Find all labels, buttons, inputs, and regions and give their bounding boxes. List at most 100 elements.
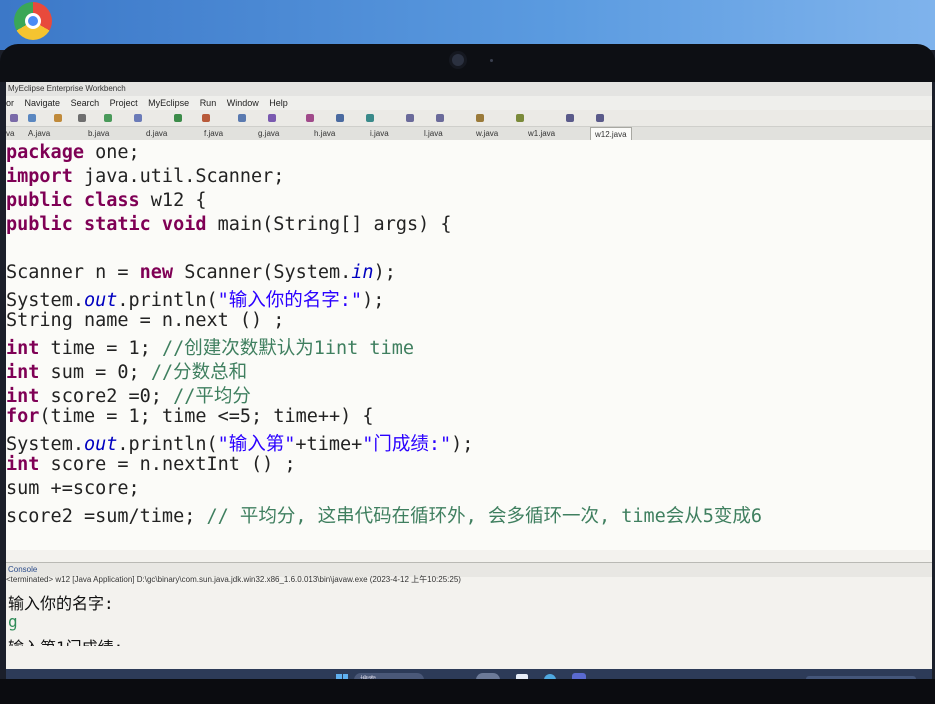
- code-token-it: in: [351, 262, 374, 283]
- code-token-kw: int: [6, 362, 40, 383]
- tab-d-java[interactable]: d.java: [146, 127, 167, 141]
- code-token: Scanner(System.: [173, 262, 352, 283]
- code-token: sum = 0;: [39, 362, 151, 383]
- code-line[interactable]: System.out.println("输入你的名字:");: [6, 286, 384, 312]
- laptop-screen: MyEclipse Enterprise Workbench or Naviga…: [6, 82, 932, 679]
- menu-item-navigate[interactable]: Navigate: [25, 98, 61, 108]
- console-output-line: 输入你的名字:: [8, 594, 114, 613]
- build-icon[interactable]: [104, 114, 112, 122]
- tab-g-java[interactable]: g.java: [258, 127, 279, 141]
- new-icon[interactable]: [10, 114, 18, 122]
- code-token: w12 {: [139, 190, 207, 211]
- desktop-background: [0, 0, 935, 50]
- code-token-cm: //平均分: [173, 386, 251, 407]
- server-icon[interactable]: [268, 114, 276, 122]
- code-token: sum +=score;: [6, 478, 140, 499]
- console-input-line: g: [8, 612, 18, 631]
- code-line[interactable]: System.out.println("输入第"+time+"门成绩:");: [6, 430, 473, 456]
- back-icon[interactable]: [406, 114, 414, 122]
- code-line[interactable]: sum +=score;: [6, 478, 140, 499]
- code-token: );: [451, 434, 474, 455]
- menu-item-help[interactable]: Help: [269, 98, 288, 108]
- code-token: score = n.nextInt () ;: [39, 454, 296, 475]
- tab-va[interactable]: va: [6, 127, 14, 141]
- code-line[interactable]: int score2 =0; //平均分: [6, 382, 251, 408]
- code-token: java.util.Scanner;: [72, 166, 285, 187]
- tab-h-java[interactable]: h.java: [314, 127, 335, 141]
- tab-w1-java[interactable]: w1.java: [528, 127, 555, 141]
- task-icon[interactable]: [516, 114, 524, 122]
- code-line[interactable]: Scanner n = new Scanner(System.in);: [6, 262, 396, 283]
- code-token: score2 =sum/time;: [6, 506, 207, 527]
- code-token-st: "门成绩:": [362, 434, 452, 455]
- code-token: System.: [6, 290, 84, 311]
- tab-a-java[interactable]: A.java: [28, 127, 50, 141]
- code-line[interactable]: score2 =sum/time; // 平均分, 这串代码在循环外, 会多循环…: [6, 502, 762, 528]
- code-line[interactable]: int sum = 0; //分数总和: [6, 358, 247, 384]
- code-token-cm: //分数总和: [150, 362, 248, 383]
- open-icon[interactable]: [28, 114, 36, 122]
- code-token-kw: int: [6, 454, 40, 475]
- menu-item-search[interactable]: Search: [71, 98, 100, 108]
- bookmark-icon[interactable]: [476, 114, 484, 122]
- code-token-kw: public static void: [6, 214, 207, 235]
- menu-item-editor[interactable]: or: [6, 98, 14, 108]
- code-editor[interactable]: package one; import java.util.Scanner; pub…: [6, 140, 932, 550]
- code-token-st: "输入你的名字:": [217, 290, 363, 311]
- webcam-light: [490, 59, 493, 62]
- code-line[interactable]: int score = n.nextInt () ;: [6, 454, 296, 475]
- history-forward-icon[interactable]: [596, 114, 604, 122]
- tab-b-java[interactable]: b.java: [88, 127, 109, 141]
- code-token: );: [373, 262, 396, 283]
- code-line[interactable]: package one;: [6, 142, 140, 163]
- print-icon[interactable]: [78, 114, 86, 122]
- package-icon[interactable]: [366, 114, 374, 122]
- menu-item-myeclipse[interactable]: MyEclipse: [148, 98, 189, 108]
- code-line[interactable]: import java.util.Scanner;: [6, 166, 284, 187]
- deploy-icon[interactable]: [306, 114, 314, 122]
- code-line[interactable]: for(time = 1; time <=5; time++) {: [6, 406, 374, 427]
- code-token: one;: [83, 142, 140, 163]
- window-title: MyEclipse Enterprise Workbench: [6, 82, 932, 96]
- code-token-kw: public class: [6, 190, 140, 211]
- class-icon[interactable]: [336, 114, 344, 122]
- code-line[interactable]: public class w12 {: [6, 190, 206, 211]
- code-token: (time = 1; time <=5; time++) {: [39, 406, 374, 427]
- forward-icon[interactable]: [436, 114, 444, 122]
- code-token: );: [362, 290, 385, 311]
- history-back-icon[interactable]: [566, 114, 574, 122]
- code-line[interactable]: public static void main(String[] args) {: [6, 214, 452, 235]
- code-line[interactable]: String name = n.next () ;: [6, 310, 284, 331]
- menu-item-window[interactable]: Window: [227, 98, 259, 108]
- code-line[interactable]: int time = 1; //创建次数默认为1int time: [6, 334, 414, 360]
- code-token-kw: int: [6, 338, 40, 359]
- code-token: .println(: [117, 434, 218, 455]
- tab-f-java[interactable]: f.java: [204, 127, 223, 141]
- tab-w-java[interactable]: w.java: [476, 127, 498, 141]
- stop-icon[interactable]: [202, 114, 210, 122]
- menu-item-project[interactable]: Project: [110, 98, 138, 108]
- tab-l-java[interactable]: l.java: [424, 127, 443, 141]
- code-token: main(String[] args) {: [206, 214, 452, 235]
- code-token-kw: import: [6, 166, 73, 187]
- search-icon[interactable]: [238, 114, 246, 122]
- debug-icon[interactable]: [134, 114, 142, 122]
- code-token: System.: [6, 434, 84, 455]
- run-icon[interactable]: [174, 114, 182, 122]
- laptop-bezel: [0, 44, 935, 82]
- toolbar: [6, 110, 932, 127]
- code-token: .println(: [117, 290, 218, 311]
- code-token: time = 1;: [39, 338, 162, 359]
- console-title: Console: [8, 565, 38, 574]
- tab-i-java[interactable]: i.java: [370, 127, 389, 141]
- console-terminated-line: <terminated> w12 [Java Application] D:\g…: [6, 575, 461, 584]
- menu-bar: or Navigate Search Project MyEclipse Run…: [6, 96, 932, 110]
- chrome-icon[interactable]: [14, 2, 52, 40]
- menu-item-run[interactable]: Run: [200, 98, 217, 108]
- code-token-st: "输入第": [217, 434, 296, 455]
- code-token-cm: //创建次数默认为1int time: [161, 338, 414, 359]
- save-icon[interactable]: [54, 114, 62, 122]
- code-token: String name = n.next () ;: [6, 310, 285, 331]
- taskbar: 搜索: [6, 669, 932, 679]
- tab-w12-java[interactable]: w12.java: [590, 127, 632, 141]
